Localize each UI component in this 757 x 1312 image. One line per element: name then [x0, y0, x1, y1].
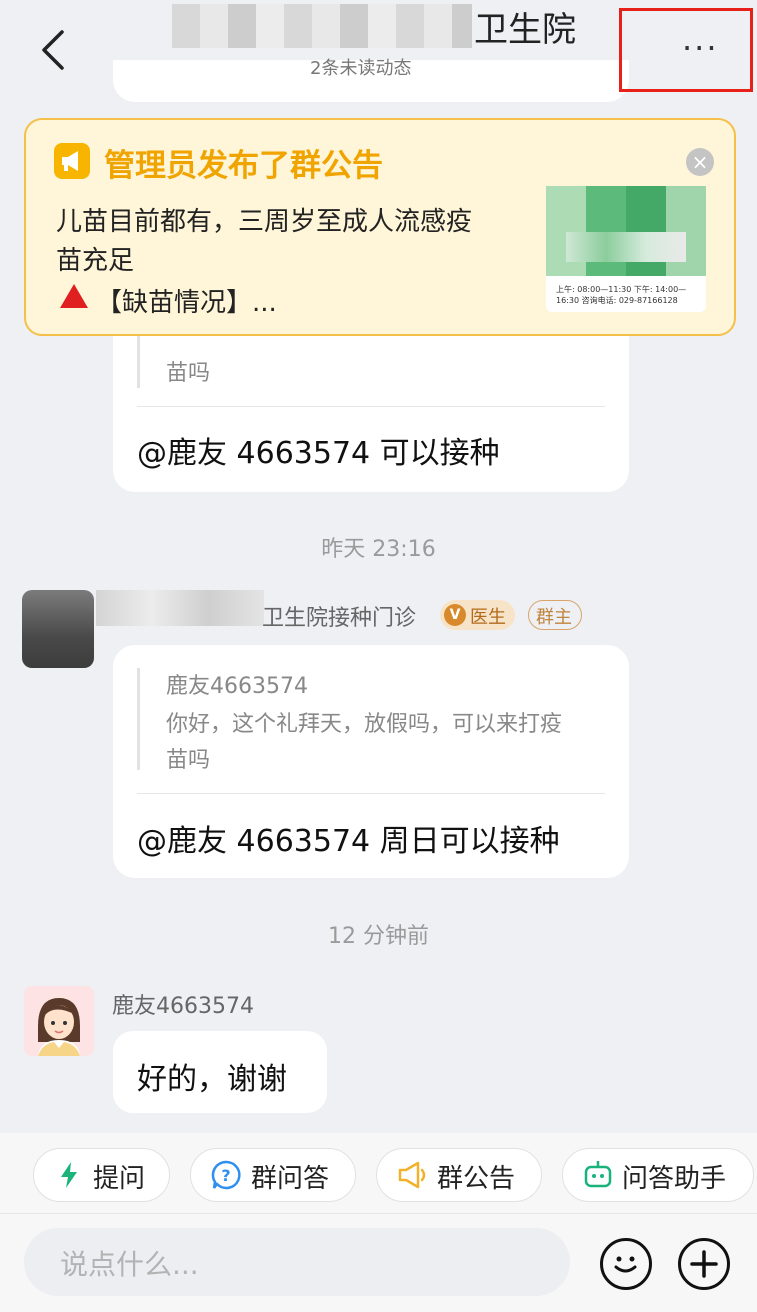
plus-icon [678, 1238, 730, 1290]
avatar[interactable] [22, 590, 94, 668]
message-text: 好的，谢谢 [137, 1062, 287, 1097]
doctor-badge-label: 医生 [470, 607, 506, 628]
smile-icon [614, 1256, 637, 1273]
notice-thumbnail-text: 上午: 08:00—11:30 下午: 14:00—16:30 咨询电话: 02… [556, 285, 687, 305]
unread-updates[interactable]: 2条未读动态 [310, 54, 411, 80]
notice-text-line2: 苗充足 [56, 246, 135, 276]
ask-label: 提问 [93, 1164, 146, 1194]
notice-text-line3: 【缺苗情况】... [96, 288, 277, 318]
sender-name: 鹿友4663574 [112, 994, 254, 1019]
close-icon[interactable]: × [686, 148, 714, 176]
girl-avatar-icon [24, 986, 94, 1056]
qa-assistant-label: 问答助手 [622, 1164, 727, 1194]
megaphone-icon [396, 1159, 430, 1195]
notice-text-line1: 儿苗目前都有，三周岁至成人流感疫 [56, 207, 473, 237]
bolt-icon [58, 1160, 80, 1194]
title-blurred-prefix [172, 4, 472, 48]
avatar[interactable] [24, 986, 94, 1056]
warning-triangle-icon [60, 284, 88, 308]
owner-badge-label: 群主 [536, 607, 572, 628]
robot-icon [582, 1158, 614, 1194]
divider [137, 793, 605, 794]
group-notice-label: 群公告 [437, 1164, 516, 1194]
notice-thumbnail-blur2 [566, 232, 686, 262]
more-options-button[interactable]: ··· [682, 32, 719, 64]
message-input-placeholder: 说点什么... [60, 1248, 199, 1281]
quote-bar [137, 668, 140, 770]
quote-text: 苗吗 [166, 748, 211, 773]
timestamp: 12 分钟前 [328, 924, 429, 949]
group-qa-label: 群问答 [251, 1164, 330, 1194]
emoji-button[interactable] [600, 1238, 652, 1290]
notice-title: 管理员发布了群公告 [104, 148, 383, 184]
divider [0, 1213, 757, 1214]
quote-text: 你好，这个礼拜天，放假吗，可以来打疫 [166, 712, 563, 737]
quote-bar [137, 336, 140, 388]
divider [137, 406, 605, 407]
sender-name-blurred [96, 590, 264, 626]
quote-author: 鹿友4663574 [166, 674, 308, 699]
megaphone-icon [54, 143, 90, 179]
quote-text: 苗吗 [166, 361, 211, 386]
page-title: 卫生院 [474, 10, 576, 50]
back-arrow-icon [42, 30, 64, 70]
verified-icon: V [444, 604, 466, 626]
reply-text: @鹿友 4663574 可以接种 [137, 436, 500, 471]
sender-name: 卫生院接种门诊 [262, 606, 417, 631]
reply-text: @鹿友 4663574 周日可以接种 [137, 824, 560, 859]
back-button[interactable] [28, 20, 80, 76]
notice-thumbnail-blur [546, 186, 706, 276]
svg-text:?: ? [221, 1166, 230, 1185]
question-icon: ? [210, 1159, 242, 1195]
timestamp: 昨天 23:16 [321, 537, 436, 562]
